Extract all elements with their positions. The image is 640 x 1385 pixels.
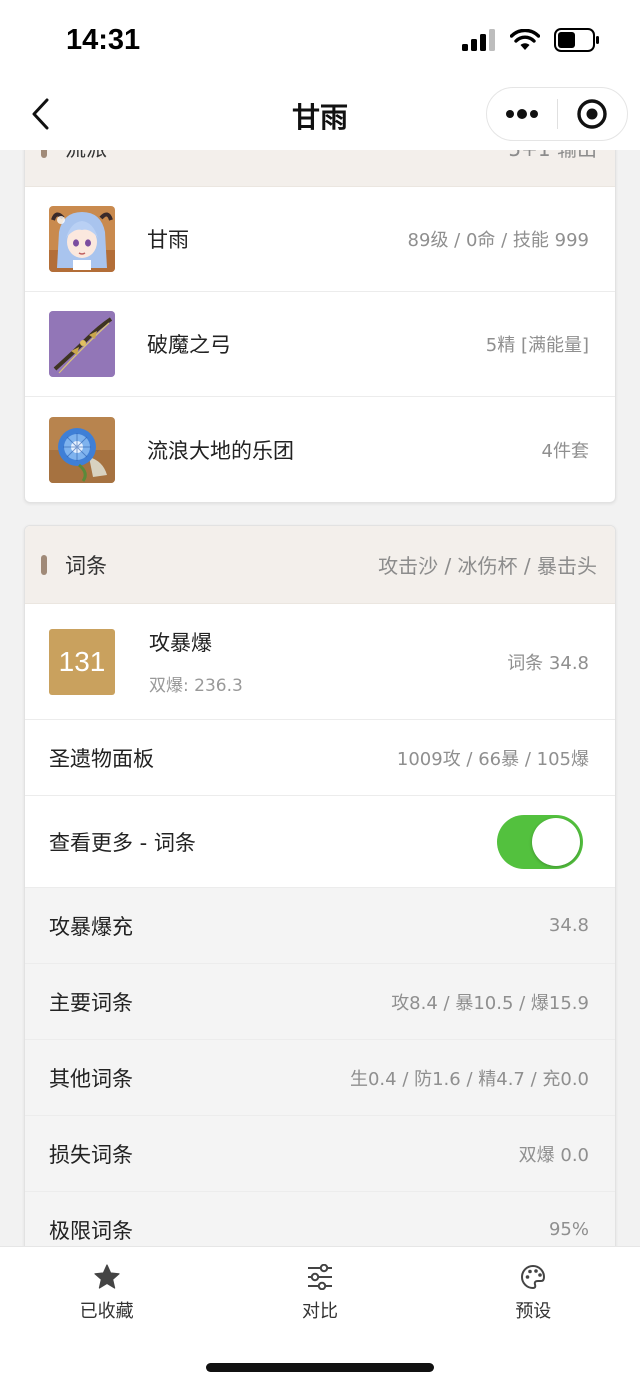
- score-title: 攻暴爆: [149, 631, 212, 655]
- sliders-icon: [306, 1263, 334, 1291]
- weapon-detail: 5精 [满能量]: [485, 335, 589, 356]
- content-scroll[interactable]: 流派 5+1 输出 甘雨: [0, 150, 640, 1246]
- target-circle-icon: [577, 99, 607, 129]
- substat-card-header: 词条 攻击沙 / 冰伤杯 / 暴击头: [25, 526, 615, 604]
- nav-bar: 甘雨: [0, 84, 640, 150]
- detail-row: 极限词条 95%: [25, 1192, 615, 1246]
- character-row[interactable]: 甘雨 89级 / 0命 / 技能 999: [25, 187, 615, 292]
- character-detail: 89级 / 0命 / 技能 999: [407, 230, 589, 251]
- weapon-name: 破魔之弓: [147, 333, 231, 357]
- score-row: 131 攻暴爆 双爆: 236.3 词条 34.8: [25, 604, 615, 720]
- detail-label: 攻暴爆充: [49, 914, 133, 939]
- battery-icon: [554, 28, 599, 52]
- header-marker: [41, 554, 47, 575]
- detail-row: 主要词条 攻8.4 / 暴10.5 / 爆15.9: [25, 964, 615, 1040]
- show-more-toggle[interactable]: [497, 814, 583, 869]
- tab-presets[interactable]: 预设: [427, 1247, 640, 1331]
- detail-label: 其他词条: [49, 1066, 133, 1091]
- score-text: 攻暴爆 双爆: 236.3: [149, 627, 507, 696]
- tab-label: 已收藏: [79, 1301, 134, 1322]
- more-button[interactable]: [487, 88, 557, 140]
- miniprogram-capsule: [486, 87, 628, 141]
- tab-favorites[interactable]: 已收藏: [0, 1247, 213, 1331]
- build-card-title: 流派: [65, 150, 508, 163]
- detail-row: 损失词条 双爆 0.0: [25, 1116, 615, 1192]
- build-card: 流派 5+1 输出 甘雨: [24, 150, 616, 503]
- status-icons: [462, 28, 600, 52]
- artifact-set-name: 流浪大地的乐团: [147, 438, 294, 463]
- character-name: 甘雨: [147, 228, 189, 252]
- build-card-summary: 5+1 输出: [508, 150, 597, 162]
- artifact-set-row[interactable]: 流浪大地的乐团 4件套: [25, 397, 615, 502]
- artifact-set-detail: 4件套: [541, 440, 589, 462]
- artifact-panel-label: 圣遗物面板: [49, 746, 154, 771]
- star-icon: [93, 1263, 121, 1291]
- status-bar: 14:31: [0, 0, 640, 84]
- detail-value: 攻8.4 / 暴10.5 / 爆15.9: [391, 992, 589, 1014]
- tab-label: 对比: [301, 1301, 338, 1322]
- cellular-signal-icon: [462, 29, 495, 51]
- score-badge: 131: [49, 628, 115, 695]
- tab-label: 预设: [515, 1301, 552, 1322]
- detail-value: 生0.4 / 防1.6 / 精4.7 / 充0.0: [349, 1068, 589, 1090]
- detail-row: 其他词条 生0.4 / 防1.6 / 精4.7 / 充0.0: [25, 1040, 615, 1116]
- status-time: 14:31: [66, 24, 141, 56]
- close-miniprogram-button[interactable]: [558, 88, 628, 140]
- palette-icon: [519, 1263, 547, 1291]
- bottom-tab-bar: 已收藏 对比 预设: [0, 1246, 640, 1385]
- detail-label: 损失词条: [49, 1142, 133, 1167]
- wifi-icon: [510, 29, 540, 50]
- show-more-label: 查看更多 - 词条: [49, 830, 196, 855]
- main-stats-summary: 攻击沙 / 冰伤杯 / 暴击头: [378, 554, 597, 578]
- detail-value: 95%: [548, 1219, 589, 1240]
- home-indicator: [206, 1363, 434, 1372]
- artifact-panel-row: 圣遗物面板 1009攻 / 66暴 / 105爆: [25, 720, 615, 796]
- artifact-panel-value: 1009攻 / 66暴 / 105爆: [396, 748, 589, 770]
- detail-label: 极限词条: [49, 1218, 133, 1243]
- detail-value: 双爆 0.0: [518, 1144, 589, 1166]
- weapon-row[interactable]: 破魔之弓 5精 [满能量]: [25, 292, 615, 397]
- more-dots-icon: [505, 109, 538, 119]
- crit-value: 双爆: 236.3: [149, 676, 243, 696]
- detail-row: 攻暴爆充 34.8: [25, 888, 615, 964]
- toggle-knob: [532, 817, 580, 866]
- character-portrait: [49, 206, 115, 272]
- detail-value: 34.8: [548, 915, 589, 936]
- detail-label: 主要词条: [49, 990, 133, 1015]
- substat-count: 词条 34.8: [507, 652, 589, 674]
- show-more-row: 查看更多 - 词条: [25, 796, 615, 888]
- substat-card: 词条 攻击沙 / 冰伤杯 / 暴击头 131 攻暴爆 双爆: 236.3 词条 …: [24, 525, 616, 1246]
- artifact-flower-image: [49, 416, 115, 483]
- tab-compare[interactable]: 对比: [213, 1247, 426, 1331]
- substat-card-title: 词条: [65, 553, 107, 578]
- header-marker: [41, 150, 47, 158]
- build-card-header: 流派 5+1 输出: [25, 150, 615, 187]
- weapon-bow-image: [49, 311, 115, 377]
